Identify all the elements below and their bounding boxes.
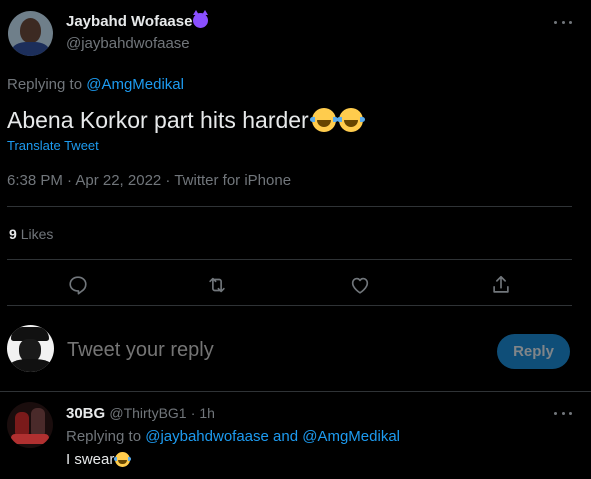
divider: [7, 305, 572, 306]
author-handle[interactable]: @jaybahdwofaase: [66, 35, 190, 52]
avatar-shirt: [12, 42, 49, 56]
author-avatar[interactable]: [8, 11, 53, 56]
replying-to: Replying to @AmgMedikal: [7, 76, 184, 93]
likes-count[interactable]: 9 Likes: [9, 226, 53, 242]
divider: [0, 391, 591, 392]
tweet-text: Abena Korkor part hits harder: [7, 107, 365, 134]
reply-author-avatar[interactable]: [7, 402, 53, 448]
avatar-body: [9, 359, 53, 372]
share-icon[interactable]: [490, 274, 512, 296]
reply-replying-to: Replying to @jaybahdwofaase and @AmgMedi…: [66, 428, 400, 445]
reply-replying-prefix: Replying to: [66, 428, 146, 445]
reply-input[interactable]: [67, 339, 447, 362]
reply-mention-1[interactable]: @jaybahdwofaase: [145, 428, 269, 445]
laughing-emoji-icon: [336, 108, 365, 132]
reply-mention-2[interactable]: @AmgMedikal: [302, 428, 400, 445]
likes-number: 9: [9, 226, 17, 242]
retweet-icon[interactable]: [206, 274, 228, 296]
translate-tweet-link[interactable]: Translate Tweet: [7, 138, 99, 153]
replying-to-link[interactable]: @AmgMedikal: [86, 76, 184, 93]
laughing-emoji-icon: [309, 108, 338, 132]
avatar-shape: [11, 434, 49, 444]
author-name-text: Jaybahd Wofaase: [66, 13, 193, 30]
reply-text: I swear: [66, 451, 132, 468]
devil-emoji-icon: [193, 10, 209, 28]
divider: [7, 259, 572, 260]
likes-label: Likes: [20, 226, 54, 242]
laughing-emoji-icon: [114, 452, 132, 467]
tweet-text-content: Abena Korkor part hits harder: [7, 107, 309, 133]
like-icon[interactable]: [349, 274, 371, 296]
tweet-meta[interactable]: 6:38 PM · Apr 22, 2022 · Twitter for iPh…: [7, 172, 291, 189]
my-avatar[interactable]: [7, 325, 54, 372]
avatar-face: [20, 18, 41, 43]
reply-time: · 1h: [190, 405, 215, 421]
replying-prefix: Replying to: [7, 76, 87, 93]
reply-mention-and: and: [268, 428, 303, 445]
divider: [7, 206, 572, 207]
more-icon[interactable]: [554, 410, 572, 416]
reply-author-handle: @ThirtyBG1: [109, 405, 187, 421]
author-name[interactable]: Jaybahd Wofaase: [66, 10, 209, 30]
reply-author[interactable]: 30BG @ThirtyBG1 · 1h: [66, 405, 215, 422]
more-icon[interactable]: [554, 19, 572, 25]
reply-text-content: I swear: [66, 451, 115, 468]
reply-author-name: 30BG: [66, 405, 106, 422]
reply-icon[interactable]: [67, 274, 89, 296]
reply-button[interactable]: Reply: [497, 334, 570, 369]
